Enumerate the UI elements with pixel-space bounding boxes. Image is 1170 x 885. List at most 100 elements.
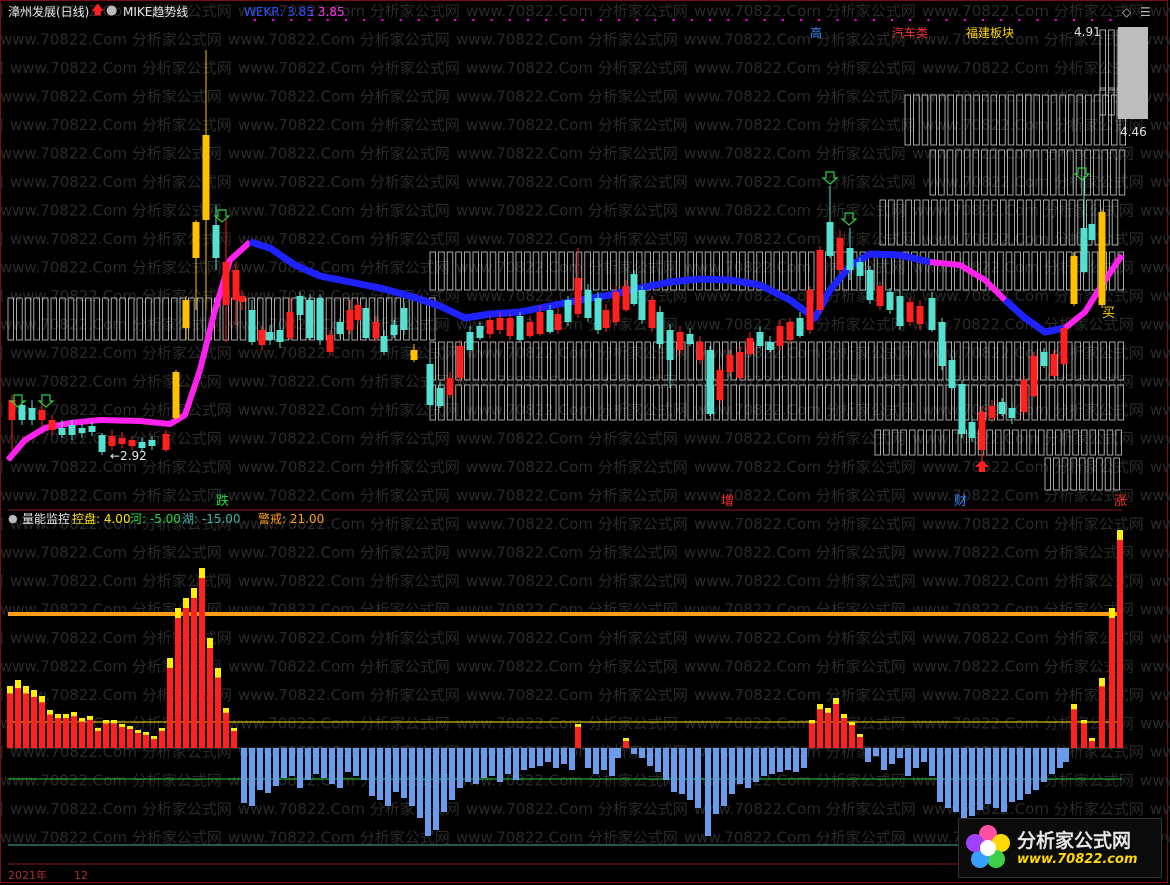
hatch-cell [964, 149, 971, 196]
candle-body [222, 262, 230, 305]
hatch-cell [438, 251, 445, 291]
hatch-cell [627, 384, 634, 421]
top-dot [581, 19, 584, 21]
hatch-cell [481, 341, 488, 381]
volume-bar-cap [207, 638, 213, 648]
candle-body [516, 316, 524, 340]
hatch-cell [1066, 384, 1073, 421]
volume-bar-pos [71, 712, 77, 748]
volume-bar-neg [663, 748, 669, 780]
volume-bar-pos [1099, 678, 1105, 748]
settings-icon[interactable]: ● [106, 4, 117, 18]
hatch-cell [584, 341, 591, 381]
event-finance: 财 [954, 494, 968, 509]
volume-bar-neg [465, 748, 471, 782]
candle-body [248, 310, 256, 342]
volume-bar-pos [1081, 720, 1087, 748]
hatch-cell [76, 297, 83, 341]
volume-settings-icon[interactable]: ● [8, 512, 18, 526]
volume-bar-neg [937, 748, 943, 802]
candle-body [390, 325, 398, 335]
volume-bar-neg [713, 748, 719, 814]
candle-body [1050, 354, 1058, 376]
candle-body [148, 440, 156, 446]
diamond-icon[interactable]: ◇ [1122, 5, 1131, 19]
candle-body [1020, 380, 1028, 412]
hatch-cell [1007, 149, 1014, 196]
hatch-cell [1067, 149, 1074, 196]
candle-body [846, 248, 854, 270]
candle-body [266, 332, 274, 340]
hatch-cell [1048, 384, 1056, 421]
volume-bar-cap [1117, 530, 1123, 540]
hatch-cell [913, 94, 920, 146]
hatch-cell [532, 341, 540, 381]
hatch-cell [965, 199, 972, 246]
volume-bar-neg [639, 748, 645, 758]
volume-bar-neg [977, 748, 983, 810]
hatch-cell [1017, 199, 1024, 246]
volume-bar-pos [183, 598, 189, 748]
hatch-cell [1051, 199, 1058, 246]
tag-high: 高 [810, 26, 823, 40]
hatch-cell [567, 251, 574, 291]
volume-bar-cap [857, 734, 863, 737]
volume-bar-cap [833, 698, 839, 704]
menu-icon[interactable]: ☰ [1140, 5, 1151, 19]
top-dot [527, 19, 529, 21]
hatch-cell [601, 251, 608, 291]
hatch-cell [1085, 94, 1092, 146]
hatch-cell [1087, 457, 1094, 491]
candle-body [1080, 228, 1088, 272]
volume-bar-neg [801, 748, 807, 768]
volume-bar-neg [679, 748, 685, 794]
volume-bar-cap [71, 712, 77, 717]
hatch-cell [85, 297, 92, 341]
hatch-cell [1000, 199, 1007, 246]
candle-body [866, 270, 874, 300]
hatch-cell [1005, 251, 1013, 291]
candle-body [372, 322, 380, 338]
hatch-cell [481, 251, 488, 291]
hatch-cell [541, 341, 548, 381]
hatch-cell [1044, 457, 1051, 491]
top-dot [1054, 19, 1057, 21]
top-dot [982, 19, 984, 21]
hatch-cell [790, 384, 798, 421]
warning-label: 警戒: 21.00 [258, 512, 325, 526]
hatch-cell [1111, 199, 1119, 246]
hatch-cell [990, 94, 997, 146]
volume-bar-neg [425, 748, 431, 836]
stock-title: 漳州发展(日线) [8, 5, 90, 19]
hatch-cell [532, 384, 540, 421]
volume-bar-neg [737, 748, 743, 784]
top-dot [872, 19, 875, 21]
hatch-cell [825, 384, 832, 421]
hatch-cell [1100, 384, 1107, 421]
candle-body [630, 274, 638, 304]
volume-bar-neg [913, 748, 919, 768]
hatch-cell [1007, 94, 1015, 146]
hatch-cell [1050, 94, 1058, 146]
candle-body [426, 364, 434, 405]
hatch-cell [1046, 429, 1053, 456]
hatch-cell [982, 199, 990, 246]
buy-arrow-icon [975, 460, 989, 472]
hatch-cell [1024, 149, 1031, 196]
hatch-cell [1108, 29, 1115, 91]
volume-bar-neg [1049, 748, 1055, 774]
hatch-cell [1016, 94, 1023, 146]
candle-body [1088, 224, 1096, 240]
arrow-up-icon[interactable]: 🡅 [91, 4, 104, 18]
volume-bar-cap [23, 686, 29, 694]
volume-bar-neg [305, 748, 311, 780]
candle-body [594, 298, 602, 330]
price-chart[interactable] [0, 0, 1170, 885]
hatch-cell [1106, 429, 1114, 456]
hatch-cell [1040, 251, 1047, 291]
candle-body [202, 135, 210, 220]
hatch-cell [938, 149, 945, 196]
hatch-cell [455, 251, 462, 291]
volume-bar-neg [257, 748, 263, 790]
hatch-cell [914, 199, 921, 246]
